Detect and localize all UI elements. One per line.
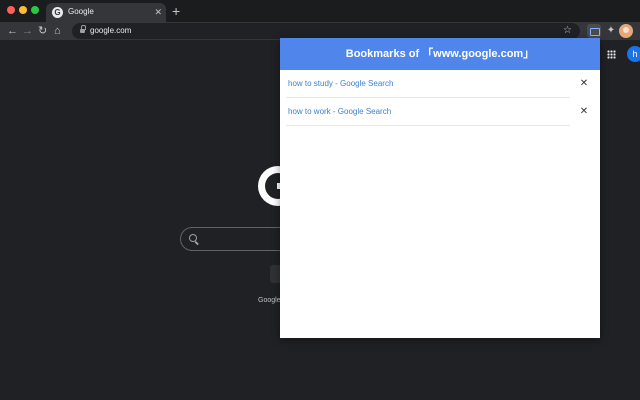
- address-bar[interactable]: google.com ☆: [72, 23, 580, 39]
- back-button[interactable]: ←: [7, 23, 18, 39]
- lock-icon[interactable]: [80, 25, 86, 34]
- tab-title: Google: [68, 7, 94, 16]
- bookmarks-popup: Bookmarks of 「www.google.com」 how to stu…: [280, 38, 600, 338]
- reload-button[interactable]: ↻: [38, 23, 47, 39]
- remove-bookmark-icon[interactable]: ✕: [578, 106, 590, 118]
- maximize-window-button[interactable]: [31, 6, 39, 14]
- close-window-button[interactable]: [7, 6, 15, 14]
- bookmark-list: how to study - Google Search ✕ how to wo…: [280, 70, 600, 126]
- profile-avatar-icon[interactable]: [619, 24, 633, 38]
- tab-strip: G Google ✕ +: [0, 0, 640, 22]
- new-tab-button[interactable]: +: [172, 3, 180, 19]
- remove-bookmark-icon[interactable]: ✕: [578, 78, 590, 90]
- minimize-window-button[interactable]: [19, 6, 27, 14]
- url-text: google.com: [90, 26, 132, 35]
- apps-grid-icon[interactable]: [607, 50, 616, 59]
- extensions-puzzle-icon[interactable]: ✦: [604, 24, 618, 38]
- bookmark-item: how to work - Google Search ✕: [286, 98, 588, 126]
- popup-title: Bookmarks of 「www.google.com」: [280, 38, 600, 70]
- bookmark-item: how to study - Google Search ✕: [286, 70, 588, 98]
- google-favicon-icon: G: [52, 7, 63, 18]
- tab-google[interactable]: G Google ✕: [46, 3, 166, 22]
- account-avatar[interactable]: h: [627, 46, 640, 62]
- offered-in-text: Google: [258, 297, 281, 304]
- bookmark-link[interactable]: how to work - Google Search: [288, 107, 391, 116]
- home-button[interactable]: ⌂: [54, 23, 61, 39]
- bookmark-link[interactable]: how to study - Google Search: [288, 79, 393, 88]
- bookmarks-extension-icon[interactable]: [587, 24, 601, 38]
- tab-close-icon[interactable]: ✕: [154, 5, 162, 19]
- forward-button[interactable]: →: [22, 23, 33, 39]
- search-icon: [189, 234, 197, 242]
- bookmark-star-icon[interactable]: ☆: [563, 23, 572, 39]
